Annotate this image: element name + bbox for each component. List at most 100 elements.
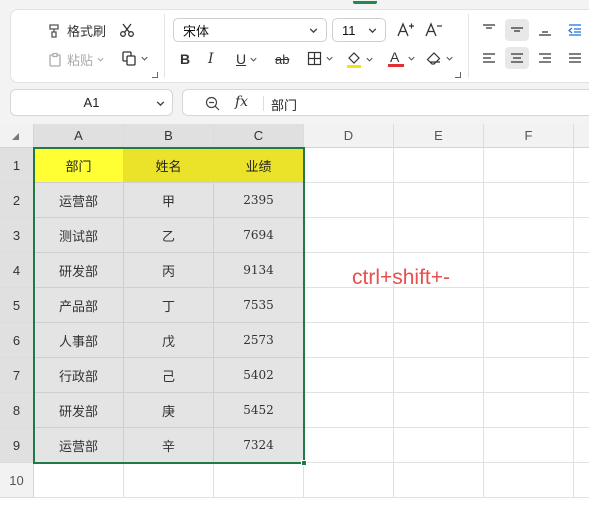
- copy-button[interactable]: [121, 50, 149, 66]
- column-header-b[interactable]: B: [124, 124, 214, 148]
- decrease-indent-button[interactable]: [563, 19, 587, 41]
- fill-color-button[interactable]: [346, 50, 374, 68]
- cell-b9[interactable]: 辛: [124, 428, 214, 463]
- strikethrough-button[interactable]: ab: [275, 52, 289, 67]
- cell-f10[interactable]: [484, 463, 574, 498]
- cell-e5[interactable]: [394, 288, 484, 323]
- decrease-font-button[interactable]: [425, 22, 443, 38]
- spreadsheet-grid[interactable]: ABCDEF 1 2 3 4 5 6 7 8 9 10 部门 姓名 业绩 运营部甲 2395 测试部乙 769…: [0, 124, 589, 510]
- formula-bar[interactable]: fx 部门: [182, 89, 589, 116]
- border-button[interactable]: [307, 51, 334, 66]
- cell-c9[interactable]: 7324: [214, 428, 304, 463]
- cell-c7[interactable]: 5402: [214, 358, 304, 393]
- column-header-f[interactable]: F: [484, 124, 574, 148]
- underline-button[interactable]: U: [236, 51, 258, 67]
- justify-button[interactable]: [563, 47, 587, 69]
- cell-g8[interactable]: [574, 393, 589, 428]
- cell-f8[interactable]: [484, 393, 574, 428]
- paste-button[interactable]: 粘贴: [47, 50, 105, 69]
- cell-b1[interactable]: 姓名: [124, 148, 214, 183]
- cell-e3[interactable]: [394, 218, 484, 253]
- cell-c6[interactable]: 2573: [214, 323, 304, 358]
- align-top-button[interactable]: [477, 19, 501, 41]
- cell-a3[interactable]: 测试部: [34, 218, 124, 253]
- cell-a7[interactable]: 行政部: [34, 358, 124, 393]
- cell-e2[interactable]: [394, 183, 484, 218]
- clipboard-dialog-launcher[interactable]: [152, 72, 158, 78]
- cell-g1[interactable]: [574, 148, 589, 183]
- cell-g10[interactable]: [574, 463, 589, 498]
- row-header-5[interactable]: 5: [0, 288, 34, 323]
- name-box[interactable]: A1: [10, 89, 173, 116]
- cell-d6[interactable]: [304, 323, 394, 358]
- font-dialog-launcher[interactable]: [455, 72, 461, 78]
- row-header-1[interactable]: 1: [0, 148, 34, 183]
- cell-b2[interactable]: 甲: [124, 183, 214, 218]
- cell-a4[interactable]: 研发部: [34, 253, 124, 288]
- cell-d3[interactable]: [304, 218, 394, 253]
- fill-handle[interactable]: [301, 460, 307, 466]
- cell-c4[interactable]: 9134: [214, 253, 304, 288]
- cell-e7[interactable]: [394, 358, 484, 393]
- cell-d8[interactable]: [304, 393, 394, 428]
- column-header-partial[interactable]: [574, 124, 589, 148]
- cell-b6[interactable]: 戊: [124, 323, 214, 358]
- formula-content[interactable]: 部门: [271, 95, 297, 114]
- fx-icon[interactable]: fx: [235, 94, 248, 110]
- cell-d9[interactable]: [304, 428, 394, 463]
- row-header-9[interactable]: 9: [0, 428, 34, 463]
- cell-f5[interactable]: [484, 288, 574, 323]
- column-header-c[interactable]: C: [214, 124, 304, 148]
- cell-f7[interactable]: [484, 358, 574, 393]
- cell-e1[interactable]: [394, 148, 484, 183]
- cell-b5[interactable]: 丁: [124, 288, 214, 323]
- align-middle-button[interactable]: [505, 19, 529, 41]
- font-color-button[interactable]: A: [388, 49, 416, 67]
- cell-g6[interactable]: [574, 323, 589, 358]
- select-all-corner[interactable]: [0, 124, 34, 148]
- cell-g2[interactable]: [574, 183, 589, 218]
- cell-b3[interactable]: 乙: [124, 218, 214, 253]
- cell-a5[interactable]: 产品部: [34, 288, 124, 323]
- zoom-out-icon[interactable]: [205, 96, 220, 111]
- cell-a6[interactable]: 人事部: [34, 323, 124, 358]
- font-name-select[interactable]: 宋体: [173, 18, 327, 42]
- row-header-6[interactable]: 6: [0, 323, 34, 358]
- cell-f4[interactable]: [484, 253, 574, 288]
- clear-format-button[interactable]: [426, 51, 454, 66]
- cell-b8[interactable]: 庚: [124, 393, 214, 428]
- cell-f2[interactable]: [484, 183, 574, 218]
- cell-b4[interactable]: 丙: [124, 253, 214, 288]
- cell-b10[interactable]: [124, 463, 214, 498]
- cell-a2[interactable]: 运营部: [34, 183, 124, 218]
- align-right-button[interactable]: [533, 47, 557, 69]
- cell-d5[interactable]: [304, 288, 394, 323]
- cell-e6[interactable]: [394, 323, 484, 358]
- cell-c2[interactable]: 2395: [214, 183, 304, 218]
- cell-f6[interactable]: [484, 323, 574, 358]
- align-bottom-button[interactable]: [533, 19, 557, 41]
- row-header-7[interactable]: 7: [0, 358, 34, 393]
- cell-a9[interactable]: 运营部: [34, 428, 124, 463]
- cell-f1[interactable]: [484, 148, 574, 183]
- bold-button[interactable]: B: [180, 51, 190, 67]
- row-header-2[interactable]: 2: [0, 183, 34, 218]
- cell-c1[interactable]: 业绩: [214, 148, 304, 183]
- cell-f9[interactable]: [484, 428, 574, 463]
- cell-a10[interactable]: [34, 463, 124, 498]
- cell-c5[interactable]: 7535: [214, 288, 304, 323]
- cell-e9[interactable]: [394, 428, 484, 463]
- cell-g9[interactable]: [574, 428, 589, 463]
- cell-c3[interactable]: 7694: [214, 218, 304, 253]
- font-size-select[interactable]: 11: [332, 18, 386, 42]
- cell-d1[interactable]: [304, 148, 394, 183]
- cell-f3[interactable]: [484, 218, 574, 253]
- cell-a1[interactable]: 部门: [34, 148, 124, 183]
- format-painter-button[interactable]: 格式刷: [47, 21, 106, 40]
- cell-a8[interactable]: 研发部: [34, 393, 124, 428]
- row-header-3[interactable]: 3: [0, 218, 34, 253]
- cell-c10[interactable]: [214, 463, 304, 498]
- increase-font-button[interactable]: [397, 22, 415, 38]
- cell-b7[interactable]: 己: [124, 358, 214, 393]
- italic-button[interactable]: I: [208, 51, 214, 67]
